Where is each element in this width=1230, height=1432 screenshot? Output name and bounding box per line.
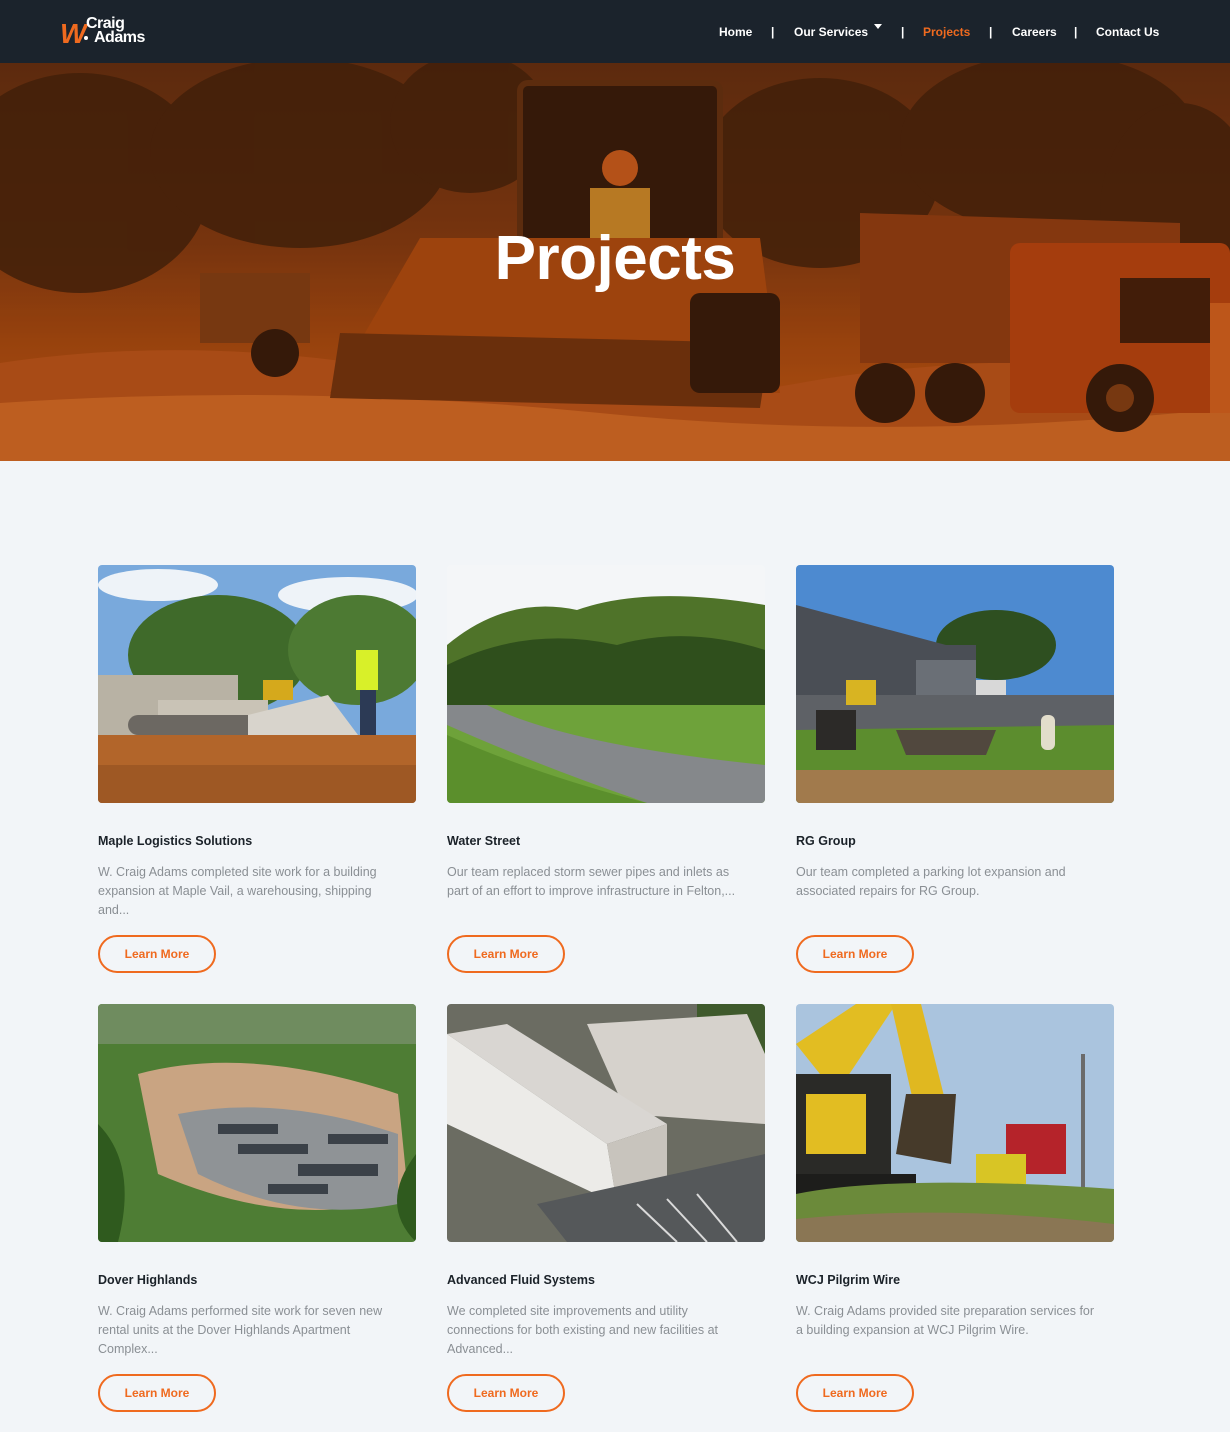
project-title: WCJ Pilgrim Wire xyxy=(796,1273,901,1287)
nav-our-services[interactable]: Our Services xyxy=(794,24,868,40)
project-description: W. Craig Adams performed site work for s… xyxy=(98,1304,383,1356)
page-title: Projects xyxy=(494,224,736,293)
nav-home[interactable]: Home xyxy=(719,24,752,40)
project-image[interactable] xyxy=(447,565,765,803)
nav-projects[interactable]: Projects xyxy=(923,24,970,40)
project-description: Our team replaced storm sewer pipes and … xyxy=(447,865,736,898)
nav-separator: | xyxy=(1074,25,1078,39)
caret-down-icon[interactable] xyxy=(874,24,882,29)
company-logo[interactable]: W Craig Adams xyxy=(60,16,160,50)
project-title: Water Street xyxy=(447,834,521,848)
project-image[interactable] xyxy=(98,565,416,803)
site-header: W Craig Adams Home | Our Services | Proj… xyxy=(0,0,1230,63)
project-image[interactable] xyxy=(98,1004,416,1242)
logo-dot xyxy=(84,36,88,40)
learn-more-button[interactable]: Learn More xyxy=(447,935,565,973)
nav-careers[interactable]: Careers xyxy=(1012,24,1057,40)
project-title: Advanced Fluid Systems xyxy=(447,1273,595,1287)
project-title: Maple Logistics Solutions xyxy=(98,834,253,848)
nav-separator: | xyxy=(989,25,993,39)
learn-more-button[interactable]: Learn More xyxy=(447,1374,565,1412)
nav-contact-us[interactable]: Contact Us xyxy=(1096,24,1159,40)
project-image[interactable] xyxy=(796,565,1114,803)
learn-more-button[interactable]: Learn More xyxy=(796,935,914,973)
project-image[interactable] xyxy=(796,1004,1114,1242)
project-description: We completed site improvements and utili… xyxy=(447,1304,718,1356)
project-description: W. Craig Adams completed site work for a… xyxy=(98,865,377,917)
project-description: Our team completed a parking lot expansi… xyxy=(796,865,1066,898)
hero-banner: Projects xyxy=(0,63,1230,461)
nav-separator: | xyxy=(901,25,905,39)
project-image[interactable] xyxy=(447,1004,765,1242)
project-title: RG Group xyxy=(796,834,856,848)
learn-more-button[interactable]: Learn More xyxy=(98,1374,216,1412)
logo-line2: Adams xyxy=(94,29,145,46)
project-description: W. Craig Adams provided site preparation… xyxy=(796,1304,1095,1337)
nav-separator: | xyxy=(771,25,775,39)
learn-more-button[interactable]: Learn More xyxy=(98,935,216,973)
project-title: Dover Highlands xyxy=(98,1273,198,1287)
learn-more-button[interactable]: Learn More xyxy=(796,1374,914,1412)
logo-mark: W xyxy=(60,18,86,49)
